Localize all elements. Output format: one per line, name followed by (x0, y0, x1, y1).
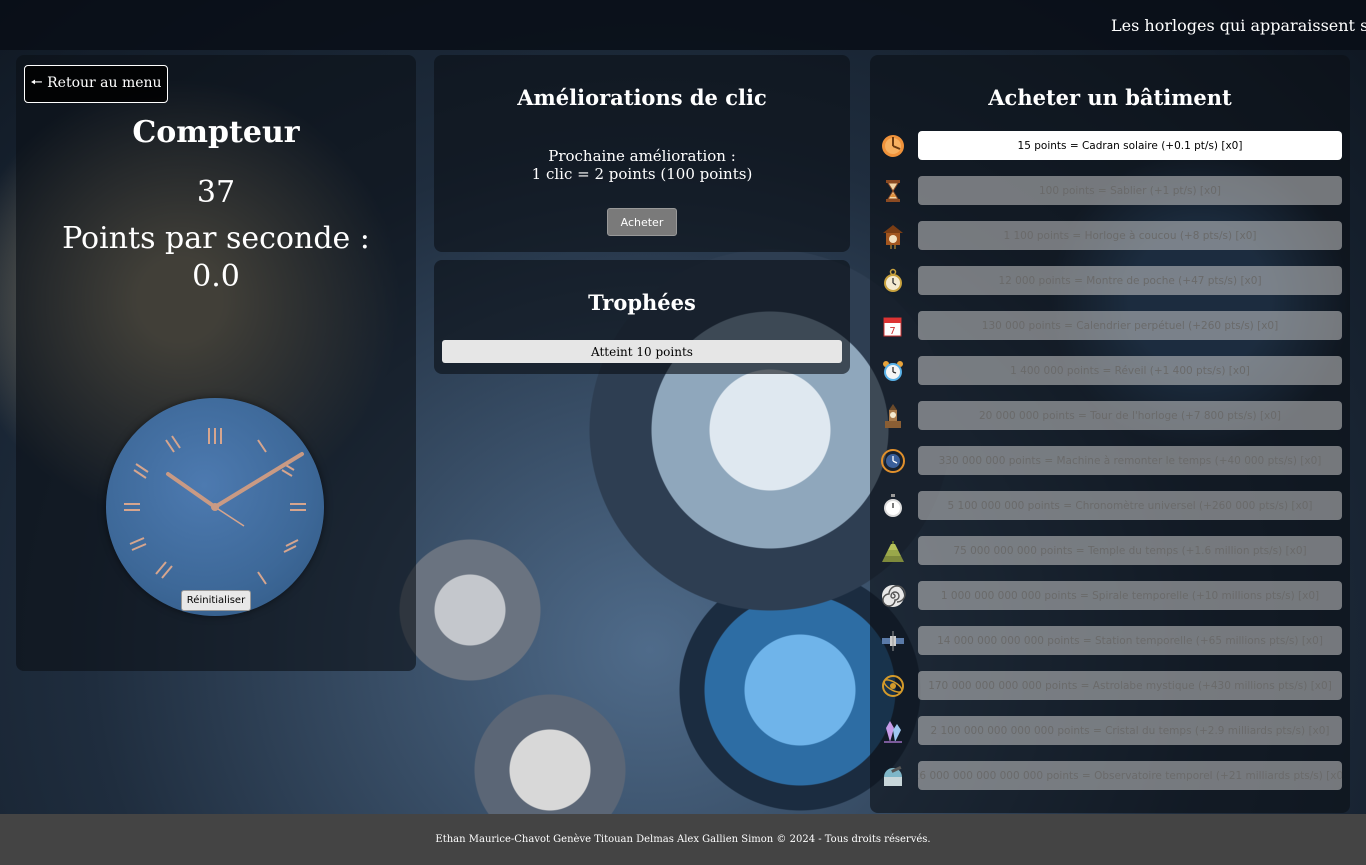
buy-building-button[interactable]: 330 000 000 points = Machine à remonter … (918, 446, 1342, 475)
building-row: 330 000 000 points = Machine à remonter … (870, 446, 1350, 491)
reset-button[interactable]: Réinitialiser (181, 590, 251, 611)
building-row: 2 100 000 000 000 000 points = Cristal d… (870, 716, 1350, 761)
building-row: 1 100 points = Horloge à coucou (+8 pts/… (870, 221, 1350, 266)
counter-value: 37 (196, 175, 236, 210)
alarm-clock-icon (880, 358, 906, 384)
footer: Ethan Maurice-Chavot Genève Titouan Delm… (0, 814, 1366, 865)
footer-credits: Ethan Maurice-Chavot Genève Titouan Delm… (435, 834, 931, 845)
building-row: 1 400 000 points = Réveil (+1 400 pts/s)… (870, 356, 1350, 401)
time-machine-icon (880, 448, 906, 474)
next-upgrade-info: Prochaine amélioration : 1 clic = 2 poin… (434, 147, 850, 183)
astrolabe-icon (880, 673, 906, 699)
hourglass-icon (880, 178, 906, 204)
svg-text:7: 7 (889, 326, 895, 337)
trophies-title: Trophées (588, 290, 696, 315)
space-station-icon (880, 628, 906, 654)
points-per-second-label: Points par seconde : (62, 221, 370, 256)
crystal-icon (880, 718, 906, 744)
building-row: 12 000 points = Montre de poche (+47 pts… (870, 266, 1350, 311)
back-to-menu-button[interactable]: 🠔 Retour au menu (24, 65, 168, 103)
sundial-icon (880, 133, 906, 159)
buildings-title: Acheter un bâtiment (988, 85, 1232, 110)
buy-building-button[interactable]: 170 000 000 000 000 points = Astrolabe m… (918, 671, 1342, 700)
building-row: 5 100 000 000 points = Chronomètre unive… (870, 491, 1350, 536)
buy-building-button[interactable]: 15 points = Cadran solaire (+0.1 pt/s) [… (918, 131, 1342, 160)
click-upgrades-panel: Améliorations de clic Prochaine améliora… (434, 55, 850, 252)
building-row: 14 000 000 000 000 points = Station temp… (870, 626, 1350, 671)
banner-marquee-text: Les horloges qui apparaissent sur votre (1111, 16, 1366, 35)
observatory-icon (880, 763, 906, 789)
buy-building-button[interactable]: 26 000 000 000 000 000 points = Observat… (918, 761, 1342, 790)
building-row: 75 000 000 000 points = Temple du temps … (870, 536, 1350, 581)
trophies-panel: Trophées Atteint 10 points (434, 260, 850, 374)
click-upgrades-title: Améliorations de clic (517, 85, 767, 110)
buy-building-button[interactable]: 5 100 000 000 points = Chronomètre unive… (918, 491, 1342, 520)
buy-building-button[interactable]: 2 100 000 000 000 000 points = Cristal d… (918, 716, 1342, 745)
temple-icon (880, 538, 906, 564)
building-row: 100 points = Sablier (+1 pt/s) [x0] (870, 176, 1350, 221)
buy-building-button[interactable]: 75 000 000 000 points = Temple du temps … (918, 536, 1342, 565)
trophy-item: Atteint 10 points (442, 340, 842, 363)
points-per-second-value: 0.0 (192, 259, 240, 294)
clock-tower-icon (880, 403, 906, 429)
buy-upgrade-button[interactable]: Acheter (607, 208, 677, 236)
stopwatch-icon (880, 493, 906, 519)
buy-building-button[interactable]: 1 000 000 000 000 points = Spirale tempo… (918, 581, 1342, 610)
buy-building-button[interactable]: 1 400 000 points = Réveil (+1 400 pts/s)… (918, 356, 1342, 385)
counter-title: Compteur (132, 115, 300, 150)
building-row: 26 000 000 000 000 000 points = Observat… (870, 761, 1350, 806)
spiral-icon (880, 583, 906, 609)
top-banner: Les horloges qui apparaissent sur votre (0, 0, 1366, 50)
next-upgrade-value: 1 clic = 2 points (100 points) (531, 165, 753, 183)
buy-building-button[interactable]: 12 000 points = Montre de poche (+47 pts… (918, 266, 1342, 295)
clickable-clock[interactable] (106, 398, 324, 616)
buy-building-button[interactable]: 130 000 points = Calendrier perpétuel (+… (918, 311, 1342, 340)
building-row: 7 130 000 points = Calendrier perpétuel (… (870, 311, 1350, 356)
cuckoo-clock-icon (880, 223, 906, 249)
building-row: 1 000 000 000 000 points = Spirale tempo… (870, 581, 1350, 626)
clock-face-icon (124, 428, 306, 585)
buy-building-button[interactable]: 1 100 points = Horloge à coucou (+8 pts/… (918, 221, 1342, 250)
buildings-list: 15 points = Cadran solaire (+0.1 pt/s) [… (870, 131, 1350, 806)
counter-panel: 🠔 Retour au menu Compteur 37 Points par … (16, 55, 416, 671)
building-row: 170 000 000 000 000 points = Astrolabe m… (870, 671, 1350, 716)
buildings-panel: Acheter un bâtiment 15 points = Cadran s… (870, 55, 1350, 813)
calendar-icon: 7 (880, 313, 906, 339)
buy-building-button[interactable]: 14 000 000 000 000 points = Station temp… (918, 626, 1342, 655)
buy-building-button[interactable]: 20 000 000 points = Tour de l'horloge (+… (918, 401, 1342, 430)
building-row: 15 points = Cadran solaire (+0.1 pt/s) [… (870, 131, 1350, 176)
buy-building-button[interactable]: 100 points = Sablier (+1 pt/s) [x0] (918, 176, 1342, 205)
pocket-watch-icon (880, 268, 906, 294)
next-upgrade-label: Prochaine amélioration : (548, 147, 736, 165)
building-row: 20 000 000 points = Tour de l'horloge (+… (870, 401, 1350, 446)
